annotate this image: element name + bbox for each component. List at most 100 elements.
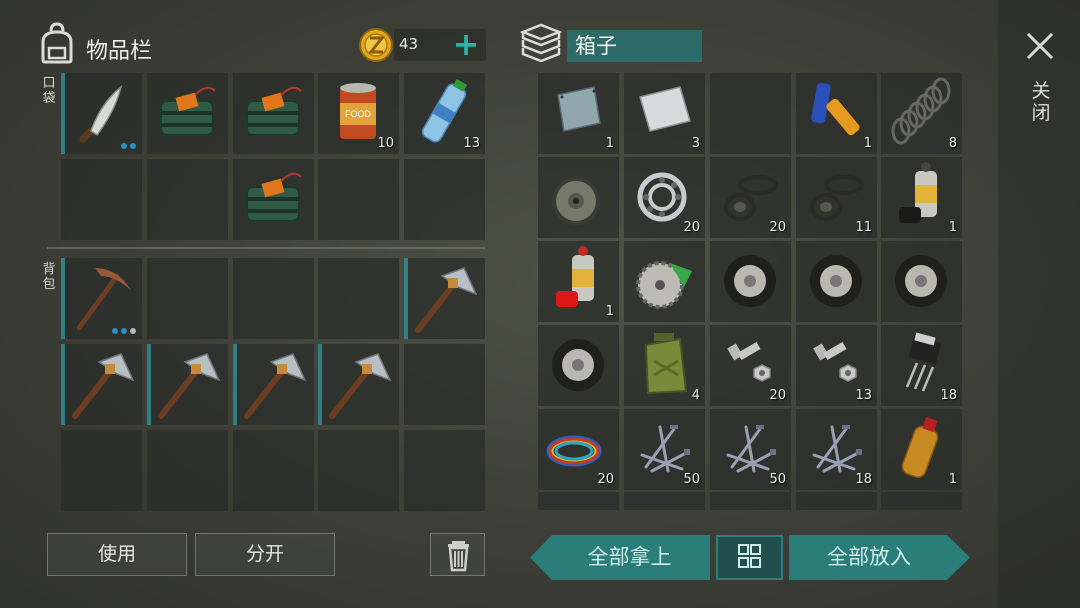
pick-hammer-icon xyxy=(244,353,307,419)
item-quantity: 18 xyxy=(855,472,872,487)
backpack-slot[interactable] xyxy=(147,258,228,339)
wheel-icon xyxy=(810,255,862,307)
pocket-slot[interactable] xyxy=(61,159,142,240)
take-all-button[interactable] xyxy=(530,535,710,580)
item-quantity: 18 xyxy=(940,388,957,403)
box-slot[interactable]: 8 xyxy=(881,73,962,154)
backpack-slot[interactable] xyxy=(147,344,228,425)
box-slot[interactable] xyxy=(624,241,705,322)
box-slot[interactable]: 20 xyxy=(624,157,705,238)
item-quantity: 4 xyxy=(691,388,700,403)
item-quantity: 11 xyxy=(855,220,872,235)
pocket-slot[interactable]: 13 xyxy=(404,73,485,154)
item-quantity: 1 xyxy=(863,136,872,151)
pocket-slot[interactable] xyxy=(147,73,228,154)
pocket-slot[interactable]: FOOD 10 xyxy=(318,73,399,154)
pocket-label: 口袋 xyxy=(42,76,56,106)
backpack-slot[interactable] xyxy=(404,430,485,511)
close-label[interactable]: 关闭 xyxy=(1030,80,1052,124)
put-all-button[interactable] xyxy=(789,535,970,580)
backpack-slot[interactable] xyxy=(233,344,314,425)
sort-grid-button[interactable] xyxy=(716,535,783,580)
box-slot[interactable]: 50 xyxy=(624,409,705,490)
trash-icon xyxy=(448,541,469,572)
item-quantity: 10 xyxy=(377,136,394,151)
box-slot[interactable] xyxy=(538,157,619,238)
box-slot[interactable]: 11 xyxy=(796,157,877,238)
item-quantity: 20 xyxy=(683,220,700,235)
box-slot[interactable]: 18 xyxy=(796,409,877,490)
box-slot[interactable]: 1 xyxy=(538,241,619,322)
pickaxe-icon xyxy=(76,268,131,331)
gold-amount: 43 xyxy=(399,35,419,53)
pocket-slot[interactable] xyxy=(318,159,399,240)
backpack-slot[interactable] xyxy=(61,430,142,511)
stack-box-icon xyxy=(519,23,563,62)
pocket-slot[interactable] xyxy=(147,159,228,240)
box-slot[interactable] xyxy=(538,325,619,406)
section-divider xyxy=(47,247,485,249)
inventory-title: 物品栏 xyxy=(86,39,153,64)
add-gold-button[interactable]: + xyxy=(452,28,480,60)
trash-button[interactable] xyxy=(430,533,485,576)
item-quantity: 50 xyxy=(683,472,700,487)
brake-disc-icon xyxy=(552,177,600,225)
explosive-icon xyxy=(160,86,216,136)
box-slot[interactable]: 13 xyxy=(796,325,877,406)
backpack-slot[interactable] xyxy=(147,430,228,511)
pocket-slot[interactable] xyxy=(233,159,314,240)
close-icon[interactable] xyxy=(1022,28,1058,64)
box-slot[interactable] xyxy=(710,241,791,322)
grid-icon xyxy=(738,544,761,568)
item-quantity: 1 xyxy=(948,220,957,235)
backpack-slot[interactable] xyxy=(404,258,485,339)
backpack-slot[interactable] xyxy=(318,430,399,511)
box-slot[interactable]: 1 xyxy=(881,409,962,490)
split-button[interactable]: 分开 xyxy=(195,533,335,576)
box-next-row xyxy=(538,492,962,510)
z-coin-icon xyxy=(359,28,393,62)
backpack-label: 背包 xyxy=(42,262,56,292)
box-slot[interactable]: 50 xyxy=(710,409,791,490)
explosive-icon xyxy=(246,86,302,136)
box-slot[interactable]: 3 xyxy=(624,73,705,154)
wheel-icon xyxy=(895,255,947,307)
pick-hammer-icon xyxy=(415,267,478,333)
item-quantity: 20 xyxy=(597,472,614,487)
item-quantity: 13 xyxy=(463,136,480,151)
pocket-slot[interactable] xyxy=(61,73,142,154)
backpack-slot[interactable] xyxy=(61,344,142,425)
backpack-slot[interactable] xyxy=(233,258,314,339)
explosive-icon xyxy=(246,172,302,222)
item-quantity: 3 xyxy=(691,136,700,151)
item-quantity: 13 xyxy=(855,388,872,403)
backpack-slot[interactable] xyxy=(404,344,485,425)
wheel-icon xyxy=(552,339,604,391)
box-slot[interactable] xyxy=(710,73,791,154)
box-slot[interactable]: 4 xyxy=(624,325,705,406)
pocket-slot[interactable] xyxy=(233,73,314,154)
box-slot[interactable] xyxy=(796,241,877,322)
backpack-slot[interactable] xyxy=(318,258,399,339)
use-button[interactable]: 使用 xyxy=(47,533,187,576)
box-slot[interactable]: 1 xyxy=(796,73,877,154)
box-slot[interactable]: 20 xyxy=(538,409,619,490)
box-slot[interactable] xyxy=(881,241,962,322)
backpack-slot[interactable] xyxy=(233,430,314,511)
item-quantity: 50 xyxy=(769,472,786,487)
box-slot[interactable]: 1 xyxy=(538,73,619,154)
pocket-slot[interactable] xyxy=(404,159,485,240)
svg-text:FOOD: FOOD xyxy=(345,109,371,119)
item-quantity: 20 xyxy=(769,388,786,403)
box-slot[interactable]: 1 xyxy=(881,157,962,238)
box-title: 箱子 xyxy=(567,30,702,62)
backpack-slot[interactable] xyxy=(61,258,142,339)
pick-hammer-icon xyxy=(158,353,221,419)
box-slot[interactable]: 20 xyxy=(710,157,791,238)
backpack-slot[interactable] xyxy=(318,344,399,425)
box-slot[interactable]: 18 xyxy=(881,325,962,406)
item-quantity: 8 xyxy=(948,136,957,151)
box-slot[interactable]: 20 xyxy=(710,325,791,406)
item-quantity: 1 xyxy=(605,136,614,151)
item-quantity: 20 xyxy=(769,220,786,235)
